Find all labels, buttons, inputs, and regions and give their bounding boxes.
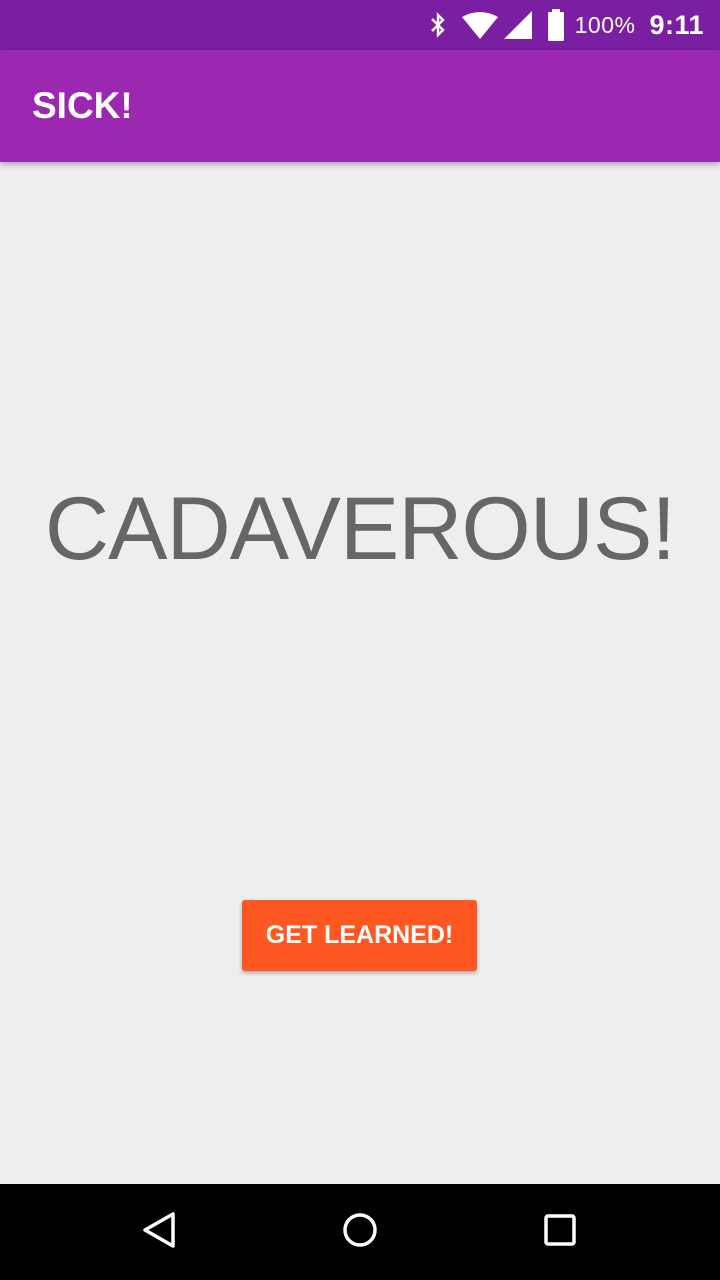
home-button[interactable] bbox=[300, 1184, 420, 1280]
main-word: CADAVEROUS! bbox=[44, 478, 676, 578]
back-button[interactable] bbox=[100, 1184, 220, 1280]
get-learned-button[interactable]: GET LEARNED! bbox=[242, 900, 477, 971]
battery-icon bbox=[547, 9, 565, 41]
clock: 9:11 bbox=[649, 9, 704, 40]
back-icon bbox=[140, 1210, 180, 1255]
home-icon bbox=[340, 1210, 380, 1255]
app-title: SICK! bbox=[32, 85, 133, 126]
battery-percent: 100% bbox=[574, 11, 636, 38]
wifi-icon bbox=[461, 11, 499, 39]
nav-bar bbox=[0, 1184, 720, 1280]
recents-button[interactable] bbox=[500, 1184, 620, 1280]
status-icons: 100% 9:11 bbox=[415, 0, 704, 50]
recents-icon bbox=[540, 1210, 580, 1255]
screen: 100% 9:11 SICK! CADAVEROUS! GET LEARNED! bbox=[0, 0, 720, 1280]
app-bar: SICK! bbox=[0, 50, 720, 162]
cell-signal-icon bbox=[503, 10, 533, 40]
status-bar: 100% 9:11 bbox=[0, 0, 720, 50]
bluetooth-icon bbox=[429, 11, 447, 39]
